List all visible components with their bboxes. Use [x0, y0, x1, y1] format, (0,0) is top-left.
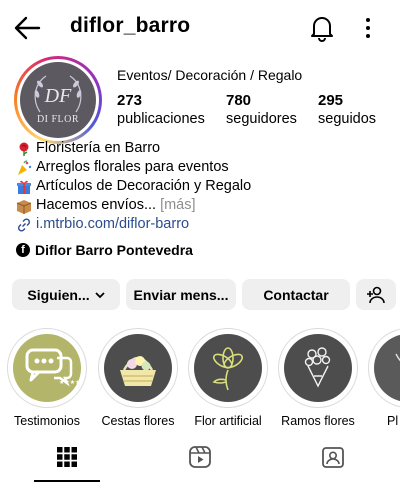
message-button[interactable]: Enviar mens... [126, 279, 236, 310]
stat-label: seguidores [226, 111, 297, 127]
grid-icon[interactable] [55, 445, 79, 469]
profile-category: Eventos/ Decoración / Regalo [117, 67, 303, 83]
bio: Floristería en Barro Arreglos florales p… [16, 139, 251, 234]
bio-text: Artículos de Decoración y Regalo [36, 178, 252, 194]
avatar: DF DI FLOR [20, 62, 96, 138]
following-label: Siguien... [27, 286, 90, 303]
basket-icon [120, 356, 156, 386]
profile-tabs [0, 433, 400, 482]
stat-value: 295 [318, 92, 344, 109]
tagged-icon[interactable] [321, 445, 345, 469]
facebook-page-link[interactable]: f Diflor Barro Pontevedra [16, 242, 193, 258]
avatar-monogram: DF [44, 85, 72, 107]
bio-line: Arreglos florales para eventos [16, 158, 251, 177]
bio-line: Hacemos envíos... [más] [16, 196, 251, 215]
highlight-label: Pl [387, 414, 399, 428]
bio-line: Artículos de Decoración y Regalo [16, 177, 251, 196]
highlight-label: Testimonios [14, 414, 80, 428]
bio-text: Hacemos envíos... [36, 197, 157, 213]
party-popper-emoji [18, 159, 32, 175]
rose-emoji [19, 142, 29, 156]
stat-followers[interactable]: 780 seguidores [226, 92, 297, 127]
following-button[interactable]: Siguien... [12, 279, 120, 310]
bouquet-icon [304, 347, 331, 388]
message-label: Enviar mens... [133, 286, 229, 303]
flower-icon [212, 347, 244, 391]
bio-text: Arreglos florales para eventos [36, 159, 229, 175]
facebook-page-name: Diflor Barro Pontevedra [35, 242, 193, 258]
highlight-plantas[interactable]: Pl [363, 328, 400, 428]
chat-bubbles-icon: ★★★★★ [25, 348, 81, 387]
leaf-wreath-icon: DF [34, 75, 82, 113]
stat-following[interactable]: 295 seguidos [318, 92, 376, 127]
bell-icon[interactable] [309, 14, 335, 42]
arrow-left-icon[interactable] [12, 14, 42, 42]
highlight-flor-artificial[interactable]: Flor artificial [183, 328, 273, 428]
suggest-people-button[interactable] [356, 279, 396, 310]
facebook-icon: f [16, 243, 30, 257]
bio-text: Floristería en Barro [36, 140, 161, 156]
contact-button[interactable]: Contactar [242, 279, 350, 310]
more-vertical-icon[interactable] [360, 16, 376, 40]
avatar-brand-text: DI FLOR [36, 114, 80, 125]
highlight-label: Ramos flores [281, 414, 355, 428]
plant-icon [395, 353, 400, 362]
add-person-icon [367, 286, 385, 303]
stat-label: seguidos [318, 111, 377, 127]
highlight-cestas-flores[interactable]: Cestas flores [93, 328, 183, 428]
stat-label: publicaciones [117, 111, 205, 127]
contact-label: Contactar [263, 286, 329, 303]
stat-value: 273 [117, 92, 143, 109]
svg-text:★★★★★: ★★★★★ [59, 379, 81, 386]
profile-username: diflor_barro [70, 14, 191, 37]
bio-line: Floristería en Barro [16, 139, 251, 158]
gift-emoji [17, 180, 31, 194]
top-bar: diflor_barro [0, 0, 400, 56]
bio-link-line[interactable]: i.mtrbio.com/diflor-barro [16, 215, 251, 234]
highlight-label: Flor artificial [194, 414, 262, 428]
package-emoji [16, 199, 32, 214]
link-icon [17, 217, 31, 232]
bio-link[interactable]: i.mtrbio.com/diflor-barro [36, 215, 189, 234]
highlight-testimonios[interactable]: ★★★★★ Testimonios [2, 328, 92, 428]
more-link[interactable]: [más] [160, 196, 195, 215]
stat-posts[interactable]: 273 publicaciones [117, 92, 205, 127]
chevron-down-icon [94, 291, 105, 298]
story-ring[interactable]: DF DI FLOR [14, 56, 102, 144]
reels-icon[interactable] [188, 445, 212, 469]
highlight-label: Cestas flores [101, 414, 175, 428]
highlight-ramos-flores[interactable]: Ramos flores [273, 328, 363, 428]
stat-value: 780 [226, 92, 252, 109]
